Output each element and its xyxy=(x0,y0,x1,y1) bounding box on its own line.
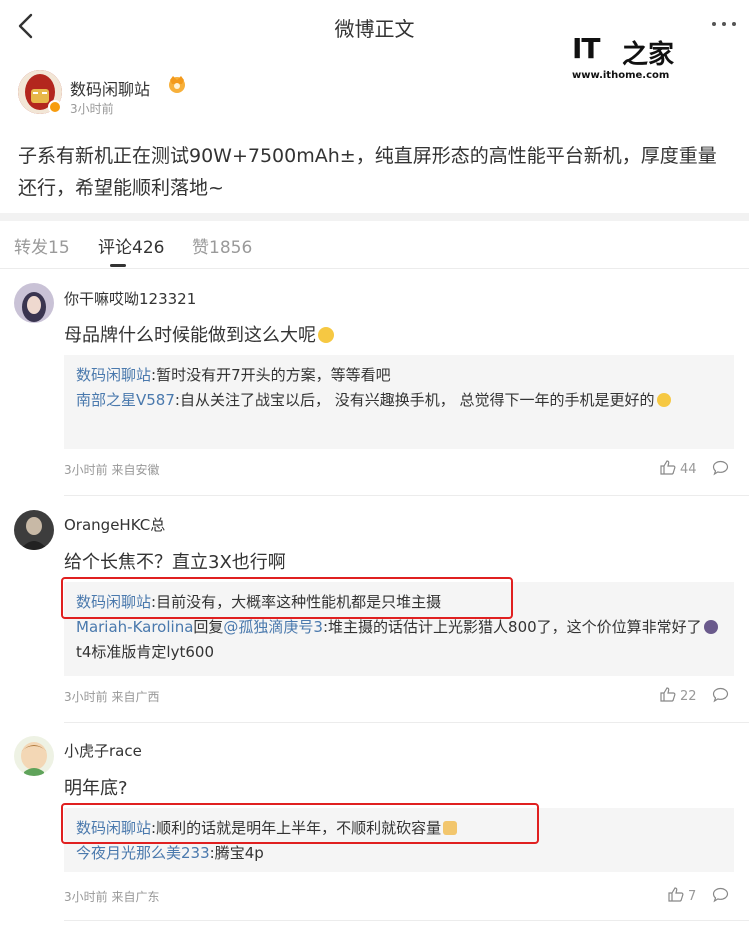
commenter-name[interactable]: 你干嘛哎呦123321 xyxy=(64,288,196,309)
reply-line: 数码闲聊站:暂时没有开7开头的方案，等等看吧 xyxy=(76,363,722,388)
like-count: 7 xyxy=(688,889,697,904)
reply-line: 南部之星V587:自从关注了战宝以后， 没有兴趣换手机， 总觉得下一年的手机是更… xyxy=(76,388,722,413)
reply-user[interactable]: 南部之星V587 xyxy=(76,391,175,409)
comment-divider xyxy=(64,722,749,723)
reply-text-tail: t4标准版肯定lyt600 xyxy=(76,643,214,661)
comment-bubble-icon[interactable] xyxy=(712,687,729,703)
comment-text: 明年底? xyxy=(64,778,128,799)
comment-meta: 3小时前 来自广东 xyxy=(64,890,160,904)
crown-badge-icon xyxy=(169,76,185,93)
smile-emoji-icon xyxy=(318,327,334,343)
highlight-box xyxy=(61,803,539,844)
reply-text: :堆主摄的话估计上光影猎人800了，这个价位算非常好了 xyxy=(322,618,702,636)
reply-user[interactable]: 今夜月光那么美233 xyxy=(76,844,210,862)
commenter-name[interactable]: OrangeHKC总 xyxy=(64,514,165,535)
reply-mention[interactable]: @孤独滴庚号3 xyxy=(223,618,323,636)
interaction-tabs: 转发15 评论426 赞1856 xyxy=(0,221,749,269)
comment-bubble-icon[interactable] xyxy=(712,460,729,476)
section-divider xyxy=(0,213,749,221)
reply-text: :腾宝4p xyxy=(209,844,264,862)
comment-divider xyxy=(64,495,749,496)
author-name[interactable]: 数码闲聊站 xyxy=(70,76,150,100)
post-time: 3小时前 xyxy=(70,102,114,116)
reply-verb: 回复 xyxy=(193,618,224,636)
emoji-icon xyxy=(703,620,718,634)
commenter-avatar[interactable] xyxy=(14,283,54,323)
like-count: 44 xyxy=(680,462,697,477)
post-body: 子系有新机正在测试90W+7500mAh±，纯直屏形态的高性能平台新机，厚度重量… xyxy=(18,145,717,199)
tab-reposts[interactable]: 转发15 xyxy=(14,233,70,258)
reply-line: 今夜月光那么美233:腾宝4p xyxy=(76,841,722,866)
comment-text: 给个长焦不？直立3X也行啊 xyxy=(64,552,286,573)
thumbs-up-icon xyxy=(668,887,684,902)
reply-text: :自从关注了战宝以后， 没有兴趣换手机， 总觉得下一年的手机是更好的 xyxy=(174,391,655,409)
more-dots-icon[interactable] xyxy=(712,22,738,30)
reply-line: Mariah-Karolina回复@孤独滴庚号3:堆主摄的话估计上光影猎人800… xyxy=(76,615,722,665)
highlight-box xyxy=(61,577,513,619)
comment-meta: 3小时前 来自广西 xyxy=(64,690,160,704)
commenter-name[interactable]: 小虎子race xyxy=(64,740,142,761)
like-button[interactable]: 44 xyxy=(660,460,697,477)
thumbs-up-icon xyxy=(660,460,676,475)
active-tab-indicator xyxy=(110,264,126,267)
reply-text: :暂时没有开7开头的方案，等等看吧 xyxy=(151,366,391,384)
ithome-watermark: IT 之家 www.ithome.com xyxy=(570,30,680,82)
post-author-row: 数码闲聊站 3小时前 xyxy=(18,70,418,118)
commenter-avatar[interactable] xyxy=(14,736,54,776)
smile-emoji-icon xyxy=(656,393,671,407)
watermark-brand: IT xyxy=(572,32,601,65)
reply-user[interactable]: 数码闲聊站 xyxy=(76,366,151,384)
verified-badge-icon xyxy=(48,100,62,114)
commenter-avatar[interactable] xyxy=(14,510,54,550)
reply-user[interactable]: Mariah-Karolina xyxy=(76,618,193,636)
thumbs-up-icon xyxy=(660,687,676,702)
watermark-brand-zh: 之家 xyxy=(622,40,675,70)
reply-box: 数码闲聊站:暂时没有开7开头的方案，等等看吧 南部之星V587:自从关注了战宝以… xyxy=(64,355,734,449)
comment-text: 母品牌什么时候能做到这么大呢 xyxy=(64,321,334,347)
tab-likes[interactable]: 赞1856 xyxy=(192,233,252,258)
like-count: 22 xyxy=(680,689,697,704)
like-button[interactable]: 7 xyxy=(668,887,696,904)
tab-comments[interactable]: 评论426 xyxy=(98,233,164,258)
watermark-url: www.ithome.com xyxy=(572,70,670,81)
comment-divider xyxy=(64,920,749,921)
comment-bubble-icon[interactable] xyxy=(712,887,729,903)
like-button[interactable]: 22 xyxy=(660,687,697,704)
comment-meta: 3小时前 来自安徽 xyxy=(64,463,160,477)
comment-text-content: 母品牌什么时候能做到这么大呢 xyxy=(64,325,316,346)
